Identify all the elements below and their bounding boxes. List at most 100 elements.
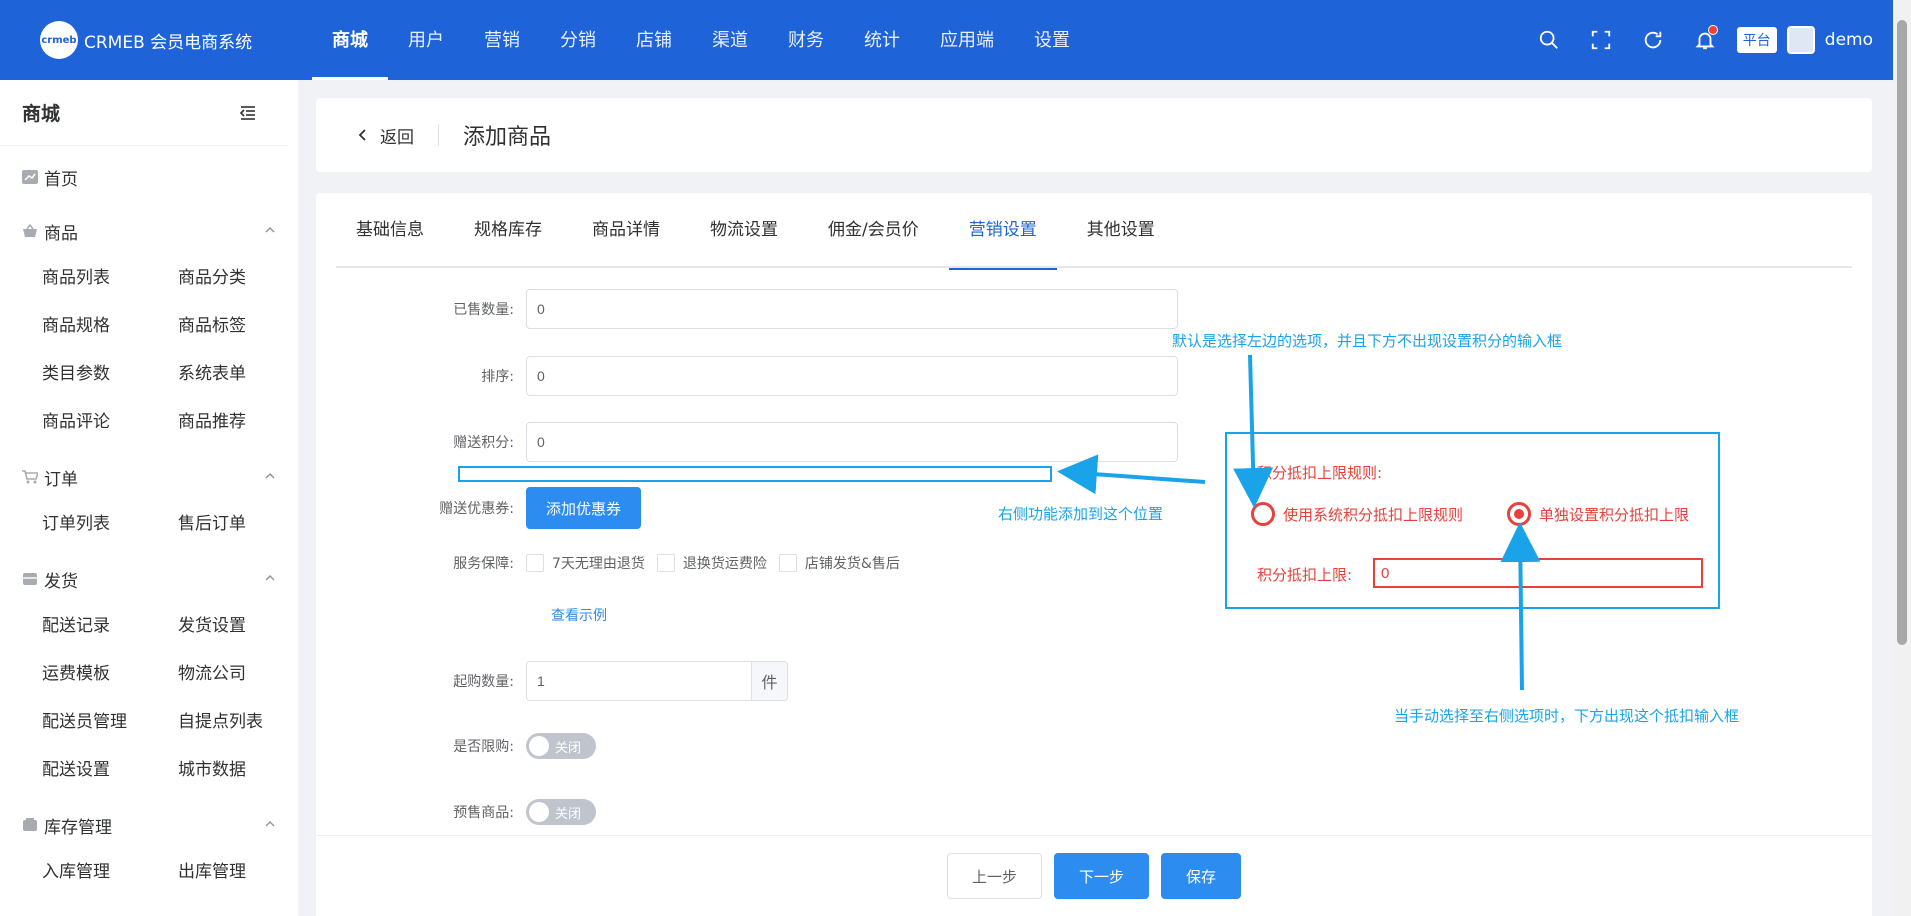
cart-icon [22, 470, 38, 484]
tab-logistics[interactable]: 物流设置 [690, 193, 798, 268]
sidebar-group-inventory-head[interactable]: 库存管理 [0, 802, 298, 848]
tab-commission[interactable]: 佣金/会员价 [808, 193, 939, 268]
chevron-left-icon [358, 129, 366, 141]
points-rule-label: 积分抵扣上限规则: [1257, 464, 1383, 482]
sidebar-item-city-data[interactable]: 城市数据 [178, 746, 298, 794]
radio-button [1507, 502, 1531, 526]
form-row-service: 服务保障: 7天无理由退货 退换货运费险 店铺发货&售后 [316, 553, 912, 573]
sidebar-item-system-form[interactable]: 系统表单 [178, 350, 298, 398]
sidebar-group-label: 商品 [44, 223, 78, 244]
presale-switch[interactable]: 关闭 [526, 799, 596, 825]
sidebar-item-pickup-points[interactable]: 自提点列表 [178, 698, 298, 746]
sidebar-header: 商城 [0, 80, 288, 146]
radio-custom-rule[interactable]: 单独设置积分抵扣上限 [1507, 502, 1689, 526]
sidebar-item-product-tag[interactable]: 商品标签 [178, 302, 298, 350]
tab-product-detail[interactable]: 商品详情 [572, 193, 680, 268]
view-example-link[interactable]: 查看示例 [551, 605, 607, 625]
sidebar-item-order-list[interactable]: 订单列表 [42, 500, 178, 548]
sidebar-item-after-sales[interactable]: 售后订单 [178, 500, 298, 548]
basket-icon [23, 224, 37, 237]
prev-step-button[interactable]: 上一步 [946, 853, 1042, 899]
sidebar-item-product-category[interactable]: 商品分类 [178, 254, 298, 302]
top-nav-item-store[interactable]: 店铺 [616, 0, 692, 80]
sidebar-item-delivery-records[interactable]: 配送记录 [42, 602, 178, 650]
sidebar-item-stock-in[interactable]: 入库管理 [42, 848, 178, 896]
service-checkbox-freight[interactable]: 退换货运费险 [656, 553, 767, 573]
logo[interactable]: crmeb CRMEB 会员电商系统 [0, 21, 296, 59]
min-buy-input[interactable] [527, 662, 751, 700]
bell-icon[interactable] [1688, 23, 1722, 57]
top-nav-item-channel[interactable]: 渠道 [692, 0, 768, 80]
sidebar-group-shipping-head[interactable]: 发货 [0, 556, 298, 602]
save-button[interactable]: 保存 [1161, 853, 1242, 899]
search-icon[interactable] [1532, 23, 1566, 57]
page-scrollbar[interactable] [1893, 0, 1911, 916]
sidebar-item-logistics-company[interactable]: 物流公司 [178, 650, 298, 698]
sidebar-item-product-review[interactable]: 商品评论 [42, 398, 178, 446]
back-button[interactable]: 返回 [356, 124, 439, 148]
sold-count-input[interactable] [526, 289, 1178, 329]
form-row-presale: 预售商品: 关闭 [316, 799, 596, 825]
checkbox-box [778, 554, 797, 572]
sidebar-group-label: 订单 [44, 469, 78, 490]
sort-input[interactable] [526, 356, 1178, 396]
tab-other[interactable]: 其他设置 [1067, 193, 1175, 268]
radio-label: 单独设置积分抵扣上限 [1539, 505, 1690, 524]
sidebar-item-product-list[interactable]: 商品列表 [42, 254, 178, 302]
tab-spec-stock[interactable]: 规格库存 [454, 193, 562, 268]
footer-actions: 上一步 下一步 保存 [316, 835, 1872, 916]
limit-switch[interactable]: 关闭 [526, 733, 596, 759]
sidebar-home-label: 首页 [44, 169, 78, 190]
service-checkbox-shop[interactable]: 店铺发货&售后 [778, 553, 900, 573]
top-nav-item-distribution[interactable]: 分销 [540, 0, 616, 80]
avatar[interactable] [1786, 26, 1815, 54]
sidebar-item-delivery-config[interactable]: 配送设置 [42, 746, 178, 794]
username[interactable]: demo [1825, 30, 1873, 50]
form-row-example: 查看示例 [551, 605, 607, 625]
sidebar-item-freight-template[interactable]: 运费模板 [42, 650, 178, 698]
gift-points-input[interactable] [526, 422, 1178, 462]
sidebar-group-product-head[interactable]: 商品 [0, 208, 298, 254]
min-buy-group: 件 [526, 661, 788, 701]
sidebar-item-delivery-settings[interactable]: 发货设置 [178, 602, 298, 650]
chevron-up-icon [265, 575, 275, 581]
top-nav-item-mall[interactable]: 商城 [312, 0, 388, 80]
top-nav-item-marketing[interactable]: 营销 [464, 0, 540, 80]
sidebar-item-stock-out[interactable]: 出库管理 [178, 848, 298, 896]
inventory-icon [23, 818, 37, 831]
annotation-target-slot [458, 466, 1052, 482]
form-row-points: 赠送积分: [316, 422, 1178, 462]
top-nav-item-user[interactable]: 用户 [388, 0, 464, 80]
switch-knob [529, 736, 549, 756]
sidebar-item-product-spec[interactable]: 商品规格 [42, 302, 178, 350]
annotation-proposal-box: 积分抵扣上限规则: 使用系统积分抵扣上限规则 单独设置积分抵扣上限 积分抵扣上限… [1225, 432, 1720, 609]
radio-system-rule[interactable]: 使用系统积分抵扣上限规则 [1251, 502, 1463, 526]
back-label: 返回 [380, 127, 414, 148]
tab-marketing[interactable]: 营销设置 [948, 193, 1057, 270]
sidebar-group-shipping: 发货 配送记录 发货设置 运费模板 物流公司 配送员管理 自提点列表 配送设置 … [0, 548, 298, 794]
tab-basic-info[interactable]: 基础信息 [336, 193, 444, 268]
service-checkbox-return[interactable]: 7天无理由退货 [526, 553, 645, 573]
next-step-button[interactable]: 下一步 [1053, 853, 1149, 899]
package-icon [23, 573, 37, 585]
top-nav-item-settings[interactable]: 设置 [1014, 0, 1090, 80]
sidebar-home: 首页 [0, 146, 298, 200]
sidebar-item-courier-manage[interactable]: 配送员管理 [42, 698, 178, 746]
checkbox-box [526, 554, 544, 572]
add-coupon-button[interactable]: 添加优惠券 [526, 487, 642, 529]
top-nav-item-apps[interactable]: 应用端 [920, 0, 1014, 80]
sidebar-group-order-head[interactable]: 订单 [0, 454, 298, 500]
sidebar-item-product-recommend[interactable]: 商品推荐 [178, 398, 298, 446]
points-limit-input[interactable] [1373, 558, 1703, 588]
radio-label: 使用系统积分抵扣上限规则 [1283, 505, 1464, 524]
refresh-icon[interactable] [1636, 23, 1670, 57]
sidebar-collapse-icon[interactable] [238, 103, 258, 123]
top-nav-item-statistics[interactable]: 统计 [844, 0, 920, 80]
sidebar-item-home[interactable]: 首页 [0, 154, 298, 200]
scrollbar-thumb[interactable] [1897, 20, 1907, 645]
sidebar: 商城 首页 商品 商品列表 商品分类 商品规格 商品标签 类目参数 系统表单 商… [0, 80, 298, 916]
fullscreen-icon[interactable] [1584, 23, 1618, 57]
sidebar-item-category-params[interactable]: 类目参数 [42, 350, 178, 398]
platform-badge[interactable]: 平台 [1736, 27, 1777, 53]
top-nav-item-finance[interactable]: 财务 [768, 0, 844, 80]
